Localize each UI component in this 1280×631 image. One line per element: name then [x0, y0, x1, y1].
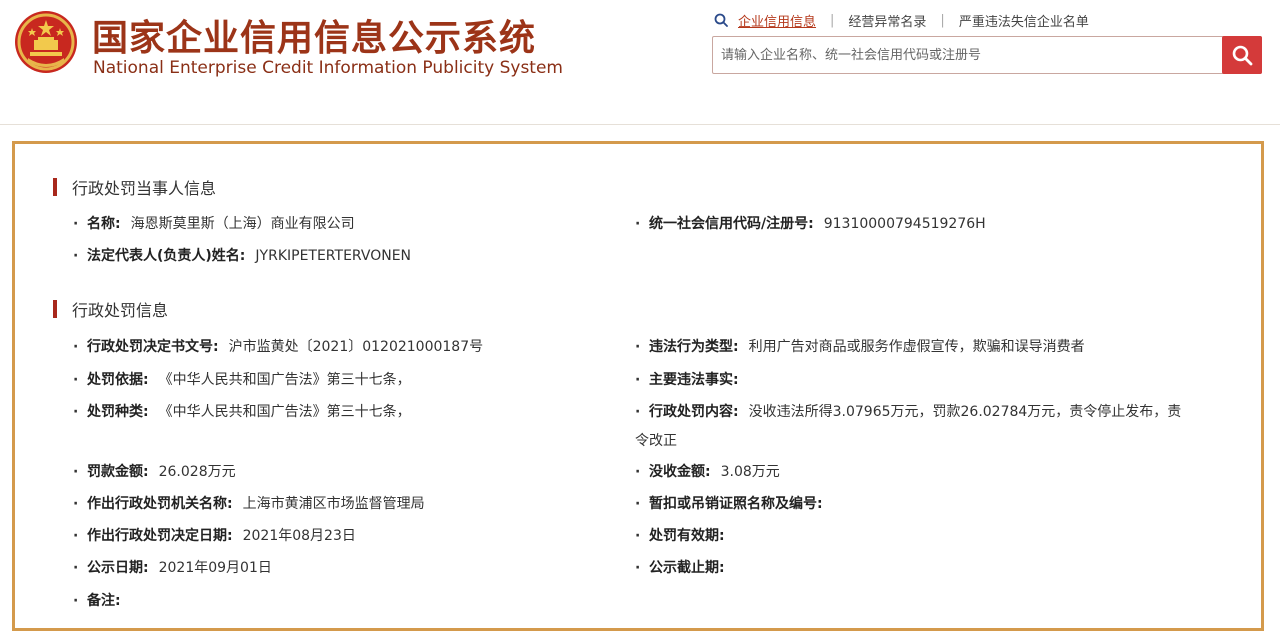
field-label: 备注: — [87, 593, 121, 609]
search-icon — [1232, 45, 1253, 66]
field-label: 处罚种类: — [87, 404, 149, 420]
field-value: 3.08万元 — [720, 464, 780, 480]
field-label: 公示截止期: — [649, 560, 725, 576]
national-emblem-icon — [15, 11, 77, 73]
nav-divider: | — [830, 12, 835, 28]
field-label: 作出行政处罚机关名称: — [87, 496, 233, 512]
nav-serious-violation-list[interactable]: 严重违法失信企业名单 — [959, 11, 1089, 30]
section-title-text: 行政处罚当事人信息 — [72, 179, 217, 198]
search-box — [712, 36, 1262, 74]
field-value: JYRKIPETERTERVONEN — [255, 248, 412, 264]
field-label: 暂扣或吊销证照名称及编号: — [649, 496, 823, 512]
field-label: 作出行政处罚决定日期: — [87, 528, 233, 544]
field-label: 主要违法事实: — [649, 372, 739, 388]
field-license-revocation: · 暂扣或吊销证照名称及编号: — [635, 496, 823, 512]
field-label: 名称: — [87, 216, 121, 232]
field-label: 统一社会信用代码/注册号: — [649, 216, 814, 232]
field-label: 行政处罚决定书文号: — [87, 339, 219, 355]
field-penalty-authority: · 作出行政处罚机关名称: 上海市黄浦区市场监督管理局 — [73, 496, 425, 512]
field-value: 26.028万元 — [158, 464, 236, 480]
penalty-info-panel: 行政处罚当事人信息 · 名称: 海恩斯莫里斯（上海）商业有限公司 · 统一社会信用代码… — [12, 141, 1264, 631]
field-fine-amount: · 罚款金额: 26.028万元 — [73, 464, 236, 480]
field-penalty-category: · 处罚种类: 《中华人民共和国广告法》第三十七条， — [73, 404, 411, 420]
field-label: 没收金额: — [649, 464, 711, 480]
section-title-text: 行政处罚信息 — [72, 301, 169, 320]
field-penalty-validity: · 处罚有效期: — [635, 528, 725, 544]
field-label: 公示日期: — [87, 560, 149, 576]
field-value: 2021年09月01日 — [158, 560, 272, 576]
section-marker — [53, 300, 57, 318]
section-marker — [53, 178, 57, 196]
field-publicity-end-date: · 公示截止期: — [635, 560, 725, 576]
field-violation-type: · 违法行为类型: 利用广告对商品或服务作虚假宣传，欺骗和误导消费者 — [635, 339, 1085, 355]
nav-divider: | — [940, 12, 945, 28]
field-value: 《中华人民共和国广告法》第三十七条， — [158, 404, 411, 420]
search-button[interactable] — [1222, 36, 1262, 74]
field-credit-code: · 统一社会信用代码/注册号: 91310000794519276H — [635, 216, 986, 232]
search-input[interactable] — [713, 37, 1221, 73]
field-name: · 名称: 海恩斯莫里斯（上海）商业有限公司 — [73, 216, 355, 232]
top-nav: 企业信用信息 | 经营异常名录 | 严重违法失信企业名单 — [714, 10, 1089, 30]
field-value: 《中华人民共和国广告法》第三十七条， — [158, 372, 411, 388]
field-value: 2021年08月23日 — [242, 528, 356, 544]
site-title-cn: 国家企业信用信息公示系统 — [92, 18, 537, 59]
site-header: 国家企业信用信息公示系统 National Enterprise Credit … — [0, 0, 1280, 125]
field-label: 处罚依据: — [87, 372, 149, 388]
field-confiscation-amount: · 没收金额: 3.08万元 — [635, 464, 780, 480]
nav-abnormal-operation-list[interactable]: 经营异常名录 — [848, 11, 926, 30]
field-penalty-basis: · 处罚依据: 《中华人民共和国广告法》第三十七条， — [73, 372, 411, 388]
field-value: 沪市监黄处〔2021〕012021000187号 — [228, 339, 484, 355]
field-publicity-date: · 公示日期: 2021年09月01日 — [73, 560, 272, 576]
section-title-penalty-info: 行政处罚信息 — [53, 297, 168, 321]
field-value: 上海市黄浦区市场监督管理局 — [242, 496, 425, 512]
search-icon — [714, 13, 728, 27]
field-label: 违法行为类型: — [649, 339, 739, 355]
field-label: 法定代表人(负责人)姓名: — [87, 248, 246, 264]
field-value: 91310000794519276H — [823, 216, 986, 232]
field-label: 罚款金额: — [87, 464, 149, 480]
nav-enterprise-credit-info[interactable]: 企业信用信息 — [738, 11, 816, 30]
field-decision-date: · 作出行政处罚决定日期: 2021年08月23日 — [73, 528, 356, 544]
field-value: 利用广告对商品或服务作虚假宣传，欺骗和误导消费者 — [748, 339, 1085, 355]
field-penalty-content: · 行政处罚内容: 没收违法所得3.07965万元，罚款26.02784万元，责令停… — [635, 404, 1182, 449]
field-label: 处罚有效期: — [649, 528, 725, 544]
field-value: 海恩斯莫里斯（上海）商业有限公司 — [130, 216, 355, 232]
field-legal-representative: · 法定代表人(负责人)姓名: JYRKIPETERTERVONEN — [73, 248, 412, 264]
section-title-party-info: 行政处罚当事人信息 — [53, 175, 216, 199]
field-main-violation-facts: · 主要违法事实: — [635, 372, 739, 388]
field-decision-number: · 行政处罚决定书文号: 沪市监黄处〔2021〕012021000187号 — [73, 339, 484, 355]
field-remarks: · 备注: — [73, 593, 121, 609]
field-label: 行政处罚内容: — [649, 404, 739, 420]
site-title-en: National Enterprise Credit Information P… — [93, 58, 563, 78]
